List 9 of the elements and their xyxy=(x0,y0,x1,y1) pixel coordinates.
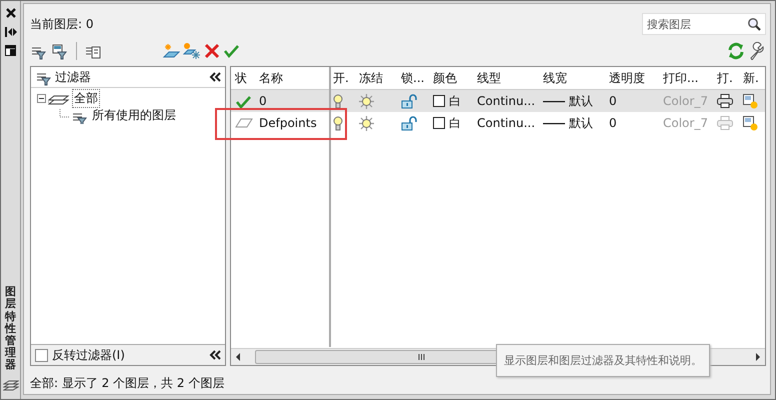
panel-title: 图层特性管理器 xyxy=(5,286,16,371)
current-layer-label: 当前图层: 0 xyxy=(30,16,94,32)
plot-style: Color_7 xyxy=(663,94,708,108)
filter-header: 过滤器 xyxy=(55,68,91,86)
tooltip: 显示图层和图层过滤器及其特性和说明。 xyxy=(496,344,710,377)
status-bar-text: 全部: 显示了 2 个图层，共 2 个图层 xyxy=(30,374,226,392)
layer-name: 0 xyxy=(259,94,267,108)
plot-style: Color_7 xyxy=(663,116,708,130)
layer-name: Defpoints xyxy=(259,116,317,130)
